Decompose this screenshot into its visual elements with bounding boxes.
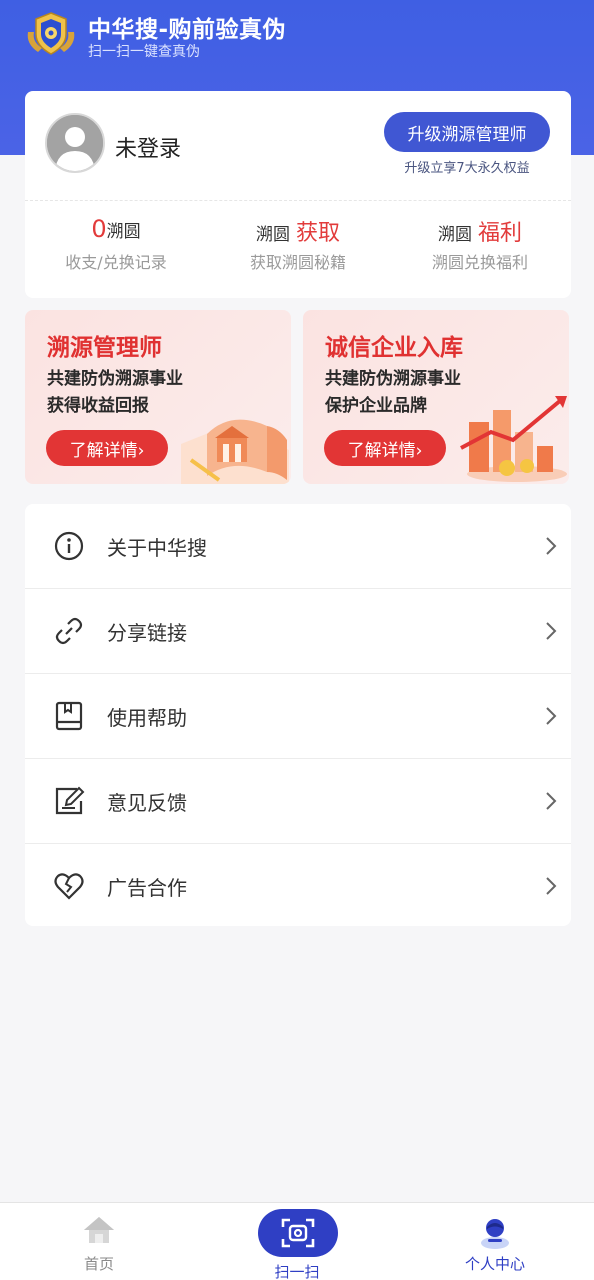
menu-label: 广告合作 [107, 876, 187, 900]
promo-line2: 保护企业品牌 [325, 396, 427, 416]
scan-icon [281, 1218, 315, 1248]
avatar[interactable] [45, 113, 105, 173]
app-subtitle: 扫一扫一键查真伪 [88, 44, 200, 60]
book-building-illustration-icon [181, 419, 289, 484]
feedback-edit-icon [55, 786, 85, 815]
menu-label: 关于中华搜 [107, 536, 207, 560]
chevron-right-icon [546, 537, 557, 555]
tab-home[interactable]: 首页 [0, 1203, 198, 1280]
stat-balance-desc: 收支/兑换记录 [65, 253, 167, 272]
stat-obtain-prefix: 溯圆 [255, 225, 290, 245]
link-icon [55, 617, 83, 645]
promo-line2: 获得收益回报 [47, 396, 149, 416]
tab-scan-label: 扫一扫 [274, 1263, 320, 1280]
tab-profile-label: 个人中心 [464, 1255, 525, 1273]
menu-label: 分享链接 [107, 621, 187, 645]
chevron-right-icon [546, 792, 557, 810]
promo-trace-manager[interactable]: 溯源管理师 共建防伪溯源事业 获得收益回报 了解详情› [25, 310, 291, 484]
tab-profile[interactable]: 个人中心 [396, 1203, 594, 1280]
divider [25, 200, 571, 201]
user-profile-icon [481, 1219, 509, 1249]
scan-button[interactable] [258, 1209, 338, 1257]
growth-chart-illustration-icon [460, 396, 567, 482]
shield-logo-icon [27, 12, 75, 55]
stat-obtain-desc: 获取溯圆秘籍 [249, 253, 346, 272]
stat-benefit-desc: 溯圆兑换福利 [431, 253, 528, 272]
stat-benefit-label: 福利 [477, 221, 522, 246]
app-title: 中华搜-购前验真伪 [88, 17, 287, 43]
learn-more-button[interactable]: 了解详情› [324, 430, 446, 466]
promo-enterprise-entry[interactable]: 诚信企业入库 共建防伪溯源事业 保护企业品牌 了解详情› [303, 310, 569, 484]
menu-list: 关于中华搜 分享链接 使用帮助 意见反馈 广告合作 [25, 504, 571, 926]
chevron-right-icon [546, 622, 557, 640]
stat-balance[interactable]: 0 溯圆 收支/兑换记录 [25, 215, 207, 273]
tab-home-label: 首页 [83, 1255, 114, 1273]
stat-obtain-label: 获取 [295, 221, 340, 246]
profile-card: 未登录 升级溯源管理师 升级立享7大永久权益 0 溯圆 收支/兑换记录 溯圆 获… [25, 91, 571, 298]
help-book-icon [55, 701, 83, 731]
chevron-right-icon [546, 707, 557, 725]
upgrade-note: 升级立享7大永久权益 [404, 161, 530, 176]
menu-label: 意见反馈 [107, 791, 187, 815]
menu-item-help[interactable]: 使用帮助 [25, 674, 571, 758]
learn-more-button[interactable]: 了解详情› [46, 430, 168, 466]
stat-benefit-prefix: 溯圆 [437, 225, 472, 245]
menu-label: 使用帮助 [107, 706, 187, 730]
info-icon [54, 531, 84, 561]
stat-obtain[interactable]: 溯圆 获取 获取溯圆秘籍 [207, 215, 389, 273]
promo-title: 溯源管理师 [47, 335, 162, 361]
chevron-right-icon [546, 877, 557, 895]
stat-balance-unit: 溯圆 [106, 222, 141, 242]
stat-benefit[interactable]: 溯圆 福利 溯圆兑换福利 [389, 215, 571, 273]
menu-item-ads[interactable]: 广告合作 [25, 844, 571, 928]
stat-balance-value: 0 [91, 215, 107, 243]
menu-item-share[interactable]: 分享链接 [25, 589, 571, 673]
promo-line1: 共建防伪溯源事业 [325, 369, 461, 389]
username[interactable]: 未登录 [115, 131, 181, 163]
default-avatar-icon [47, 115, 103, 171]
home-icon [84, 1217, 114, 1243]
broken-heart-icon [54, 873, 84, 900]
menu-item-feedback[interactable]: 意见反馈 [25, 759, 571, 843]
promo-line1: 共建防伪溯源事业 [47, 369, 183, 389]
promo-title: 诚信企业入库 [325, 335, 463, 361]
upgrade-button[interactable]: 升级溯源管理师 [384, 112, 550, 152]
menu-item-about[interactable]: 关于中华搜 [25, 504, 571, 588]
